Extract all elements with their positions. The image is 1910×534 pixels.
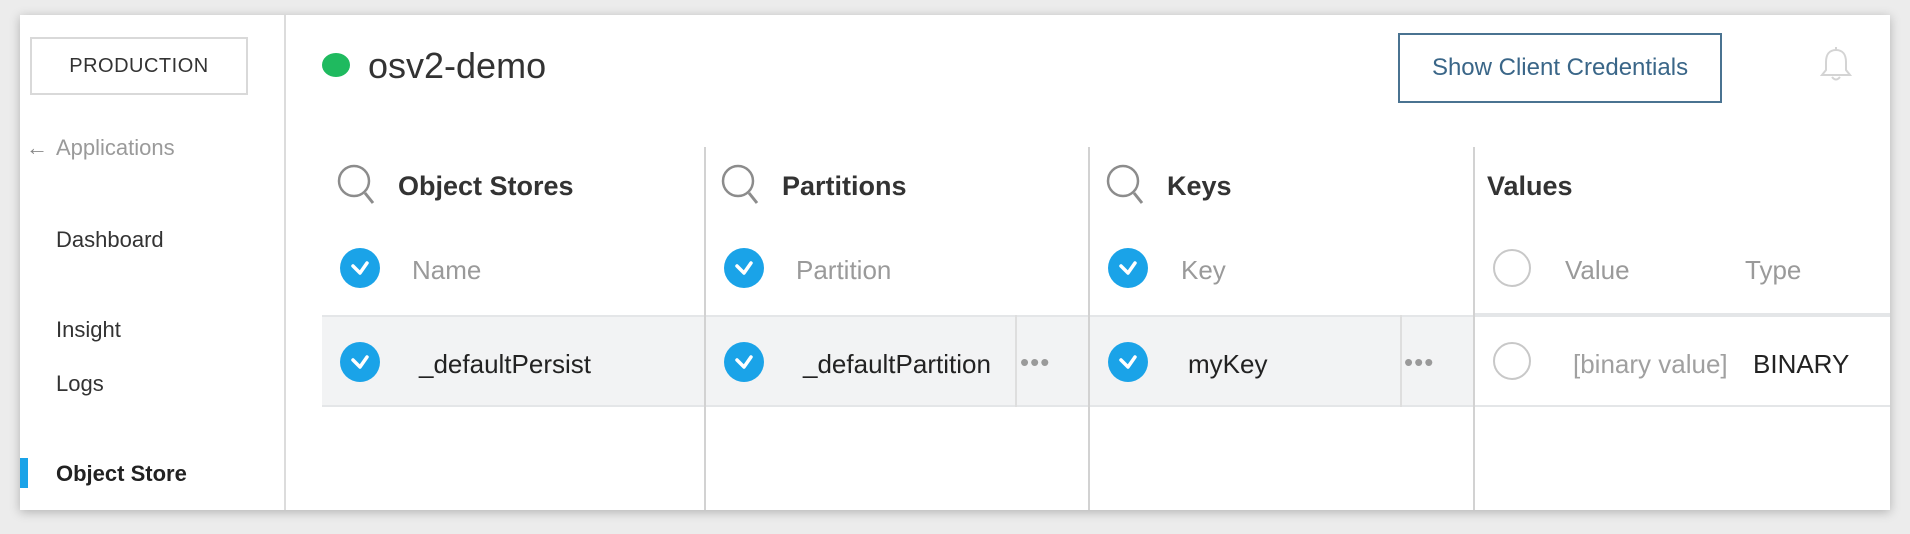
value-column-header: Value [1565,255,1630,285]
value-row-radio[interactable] [1493,342,1531,380]
row-divider [1400,315,1402,407]
status-indicator [322,53,350,77]
more-options-icon[interactable]: ••• [1404,347,1434,378]
search-icon[interactable] [336,163,376,207]
back-link-label: Applications [56,135,175,160]
keys-title: Keys [1167,171,1232,201]
partition-row-checkbox[interactable] [724,342,764,382]
type-cell: BINARY [1753,349,1850,379]
column-divider [704,147,706,510]
check-icon [735,261,753,275]
object-stores-title: Object Stores [398,171,574,201]
show-client-credentials-button[interactable]: Show Client Credentials [1398,33,1722,103]
arrow-left-icon: ← [26,135,48,160]
column-divider [1473,147,1475,510]
value-cell: [binary value] [1573,349,1728,379]
back-to-applications-link[interactable]: ← Applications [26,135,175,161]
check-icon [351,355,369,369]
select-all-object-stores-checkbox[interactable] [340,248,380,288]
bell-icon[interactable] [1816,45,1856,85]
check-icon [351,261,369,275]
row-divider [1015,315,1017,407]
column-divider [1088,147,1090,510]
more-options-icon[interactable]: ••• [1020,347,1050,378]
sidebar-item-object-store[interactable]: Object Store [56,461,187,487]
select-all-values-radio[interactable] [1493,249,1531,287]
object-store-row-checkbox[interactable] [340,342,380,382]
page-title: osv2-demo [368,45,547,86]
select-all-keys-checkbox[interactable] [1108,248,1148,288]
type-column-header: Type [1745,255,1802,285]
key-column-header: Key [1181,255,1226,285]
select-all-partitions-checkbox[interactable] [724,248,764,288]
search-icon[interactable] [1105,163,1145,207]
key-name-cell[interactable]: myKey [1188,349,1267,380]
environment-button[interactable]: PRODUCTION [30,37,248,95]
object-store-name-cell[interactable]: _defaultPersist [419,349,591,380]
sidebar-item-logs[interactable]: Logs [56,371,104,397]
app-window: PRODUCTION ← Applications Dashboard Insi… [20,15,1890,510]
values-header-underline [1475,313,1890,316]
active-indicator [20,458,28,488]
name-column-header: Name [412,255,482,285]
search-icon[interactable] [720,163,760,207]
partition-name-cell[interactable]: _defaultPartition [803,349,991,380]
partition-column-header: Partition [796,255,892,285]
values-title: Values [1487,171,1573,201]
partitions-title: Partitions [782,171,907,201]
check-icon [735,355,753,369]
sidebar-item-dashboard[interactable]: Dashboard [56,227,164,253]
key-row-checkbox[interactable] [1108,342,1148,382]
sidebar: PRODUCTION ← Applications Dashboard Insi… [20,15,286,510]
check-icon [1119,355,1137,369]
check-icon [1119,261,1137,275]
sidebar-item-insight[interactable]: Insight [56,317,121,343]
